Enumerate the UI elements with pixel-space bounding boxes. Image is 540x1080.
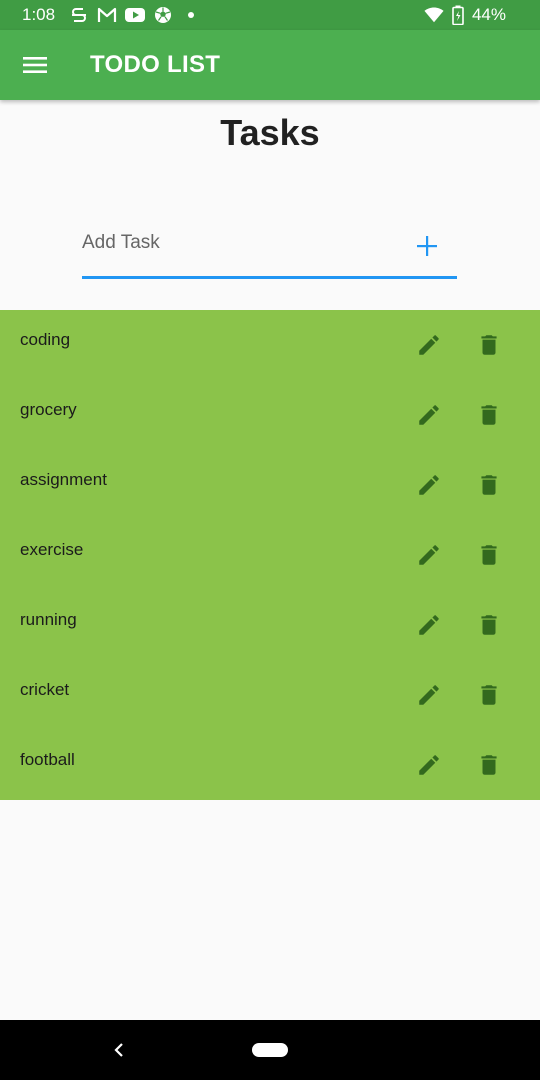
delete-trash-icon[interactable] [474, 540, 504, 570]
delete-trash-icon[interactable] [474, 470, 504, 500]
dot-icon [181, 5, 201, 25]
task-list: coding grocery assignment exercise running cr… [0, 310, 540, 800]
hamburger-menu-icon[interactable] [0, 30, 70, 100]
gmail-icon [97, 5, 117, 25]
edit-pencil-icon[interactable] [414, 750, 444, 780]
s-logo-icon [69, 5, 89, 25]
task-item[interactable]: running [0, 590, 540, 660]
status-time: 1:08 [22, 5, 56, 24]
task-label: exercise [20, 540, 84, 559]
delete-trash-icon[interactable] [474, 400, 504, 430]
status-bar: 1:08 44% [0, 0, 540, 30]
task-item[interactable]: exercise [0, 520, 540, 590]
task-label: cricket [20, 680, 70, 699]
soccer-ball-icon [153, 5, 173, 25]
delete-trash-icon[interactable] [474, 330, 504, 360]
edit-pencil-icon[interactable] [414, 470, 444, 500]
back-icon[interactable] [104, 1035, 134, 1065]
add-task-input[interactable] [82, 221, 405, 265]
home-button[interactable] [252, 1043, 288, 1057]
edit-pencil-icon[interactable] [414, 540, 444, 570]
task-item[interactable]: coding [0, 310, 540, 380]
edit-pencil-icon[interactable] [414, 610, 444, 640]
task-item[interactable]: assignment [0, 450, 540, 520]
battery-icon [448, 5, 468, 25]
task-item[interactable]: grocery [0, 380, 540, 450]
task-label: grocery [20, 400, 77, 419]
navigation-bar [0, 1020, 540, 1080]
task-item[interactable]: football [0, 730, 540, 800]
app-bar: TODO LIST [0, 30, 540, 100]
wifi-icon [424, 5, 444, 25]
page-title: Tasks [220, 112, 320, 153]
task-item[interactable]: cricket [0, 660, 540, 730]
plus-icon[interactable] [405, 224, 449, 268]
edit-pencil-icon[interactable] [414, 330, 444, 360]
app-title: TODO LIST [90, 51, 221, 78]
delete-trash-icon[interactable] [474, 680, 504, 710]
add-task-row [82, 221, 457, 279]
task-label: running [20, 610, 77, 629]
task-label: coding [20, 330, 71, 349]
youtube-icon [125, 5, 146, 25]
delete-trash-icon[interactable] [474, 750, 504, 780]
edit-pencil-icon[interactable] [414, 680, 444, 710]
task-label: assignment [20, 470, 107, 489]
screen: 1:08 44% TODO LIST Tasks Add Task coding… [0, 0, 540, 1080]
battery-percentage: 44% [471, 5, 506, 24]
task-label: football [20, 750, 75, 769]
delete-trash-icon[interactable] [474, 610, 504, 640]
edit-pencil-icon[interactable] [414, 400, 444, 430]
